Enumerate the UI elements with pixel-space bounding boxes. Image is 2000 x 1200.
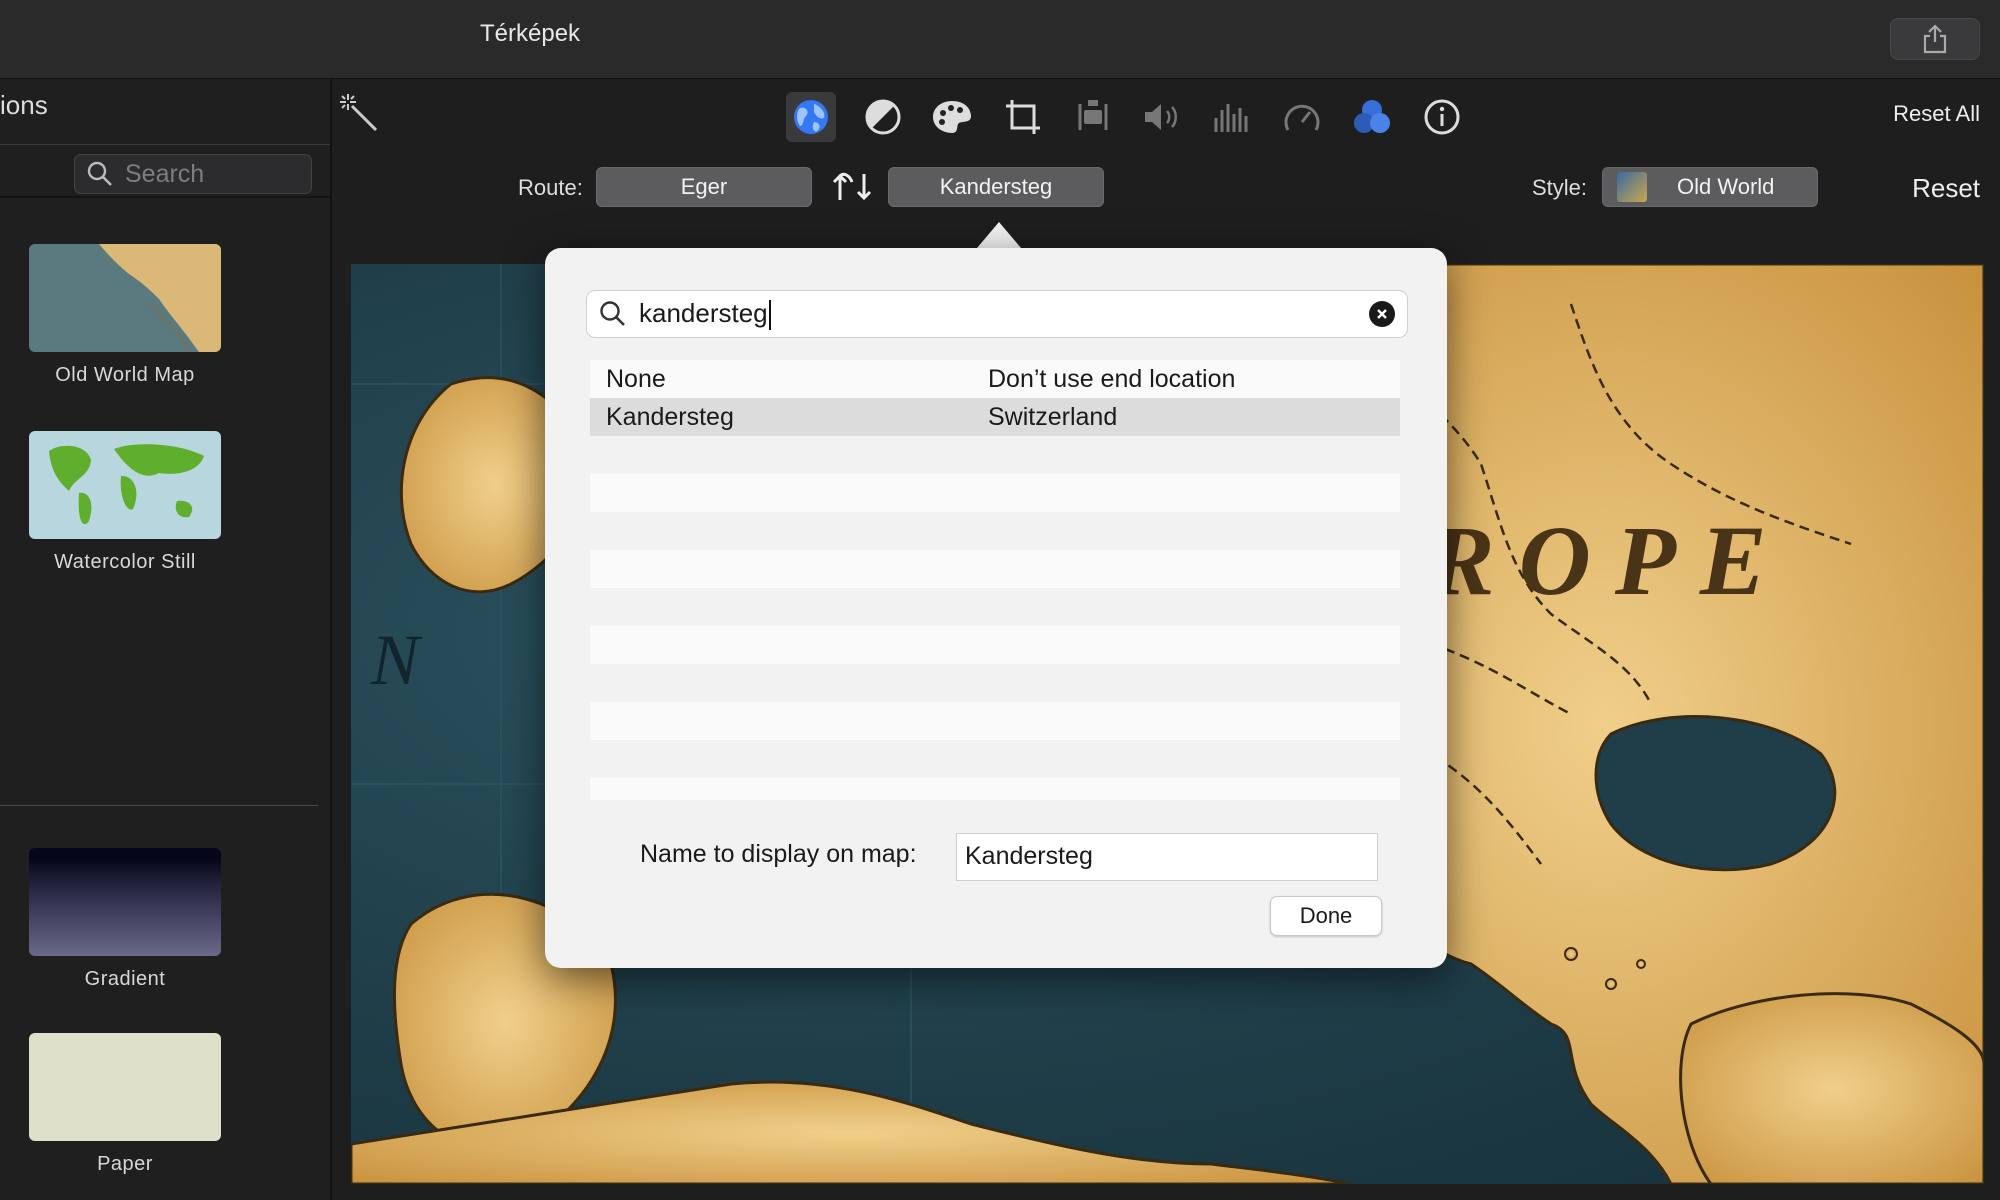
window-title: Térképek [480,20,581,47]
stabilization-icon[interactable] [1068,92,1118,142]
list-item[interactable]: None Don’t use end location [590,360,1400,398]
globe-icon[interactable] [786,92,836,142]
thumb-label: Paper [97,1153,153,1175]
sidebar-header: ions [0,90,48,120]
thumb-label: Gradient [84,968,166,990]
location-results-list: None Don’t use end location Kandersteg S… [590,360,1400,800]
location-search-value: kandersteg [639,297,768,328]
empty-row [590,778,1400,800]
thumb-watercolor-still[interactable] [29,431,221,539]
thumb-old-world-map[interactable] [29,244,221,352]
clear-search-icon[interactable] [1369,301,1395,327]
location-popover: kandersteg None Don’t use end location K… [545,248,1447,968]
empty-row [590,550,1400,588]
search-icon [87,161,112,186]
route-label: Route: [518,175,583,200]
popover-arrow [977,222,1021,248]
magic-wand-icon[interactable] [338,92,382,141]
result-name: Kandersteg [606,403,734,431]
empty-row [590,702,1400,740]
display-name-input[interactable]: Kandersteg [956,833,1378,881]
result-detail: Switzerland [988,403,1118,431]
speed-icon[interactable] [1277,92,1327,142]
reset-button[interactable]: Reset [1912,173,1980,204]
search-input[interactable]: Search [74,154,312,194]
style-label: Style: [1532,175,1588,200]
divider [0,196,330,198]
location-search-input[interactable]: kandersteg [586,290,1408,338]
route-start-button[interactable]: Eger [596,167,812,207]
equalizer-icon[interactable] [1207,92,1257,142]
empty-row [590,474,1400,512]
share-button[interactable] [1890,18,1980,60]
thumb-gradient[interactable] [29,848,221,956]
info-icon[interactable] [1417,92,1467,142]
crop-icon[interactable] [998,92,1048,142]
volume-icon[interactable] [1138,92,1188,142]
result-detail: Don’t use end location [988,365,1236,393]
share-icon [1923,24,1947,54]
thumb-paper[interactable] [29,1033,221,1141]
display-name-label: Name to display on map: [640,840,917,868]
style-dropdown[interactable]: Old World [1602,167,1818,207]
swap-route-icon[interactable] [832,170,872,209]
map-style-icon [1617,172,1647,202]
map-label-n: N [370,620,429,700]
search-placeholder: Search [125,159,205,188]
reset-all-button[interactable]: Reset All [1893,101,1980,127]
list-item[interactable]: Kandersteg Switzerland [590,398,1400,436]
empty-row [590,626,1400,664]
title-bar [0,0,2000,79]
divider [0,805,318,806]
color-balance-icon[interactable] [858,92,908,142]
result-name: None [606,365,666,393]
style-value: Old World [1677,174,1775,199]
palette-icon[interactable] [927,92,977,142]
thumb-label: Watercolor Still [54,551,196,573]
display-name-value: Kandersteg [965,842,1093,870]
route-end-button[interactable]: Kandersteg [888,167,1104,207]
done-button[interactable]: Done [1270,896,1382,936]
search-icon [600,301,625,326]
divider [0,144,330,145]
filter-icon[interactable] [1347,92,1397,142]
thumb-label: Old World Map [55,364,195,386]
